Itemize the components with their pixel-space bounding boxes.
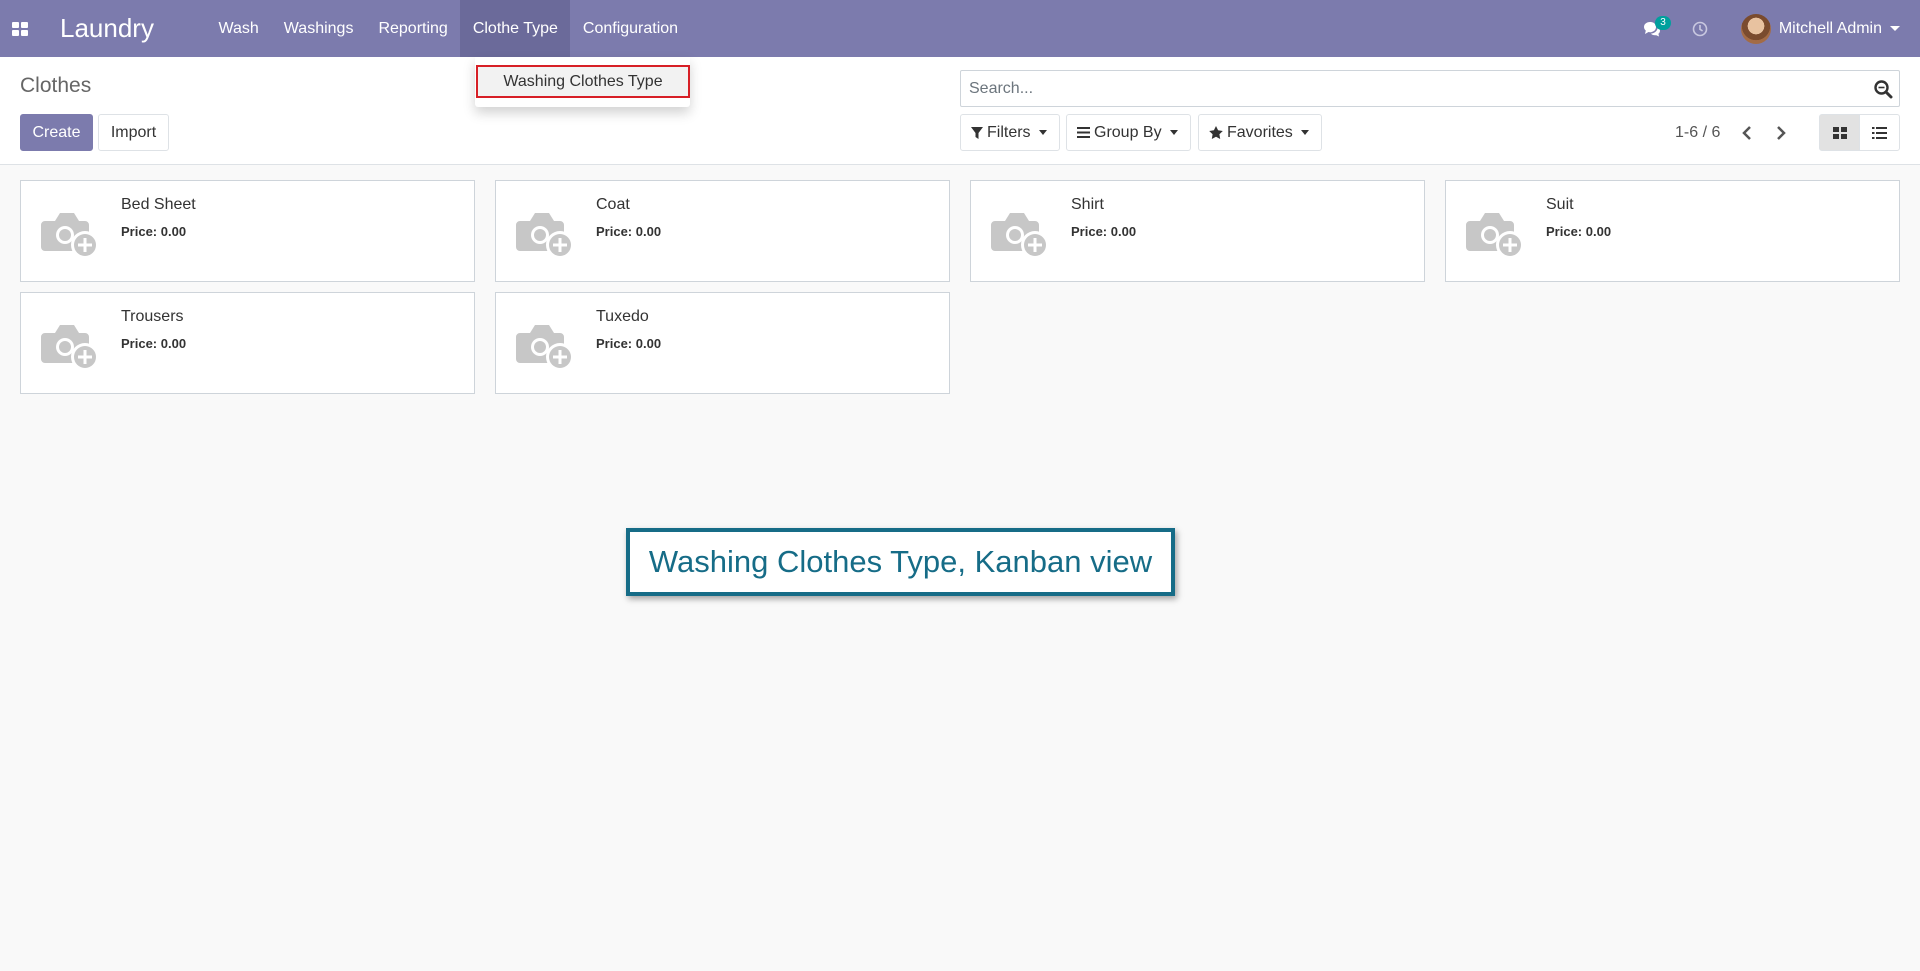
camera-placeholder-icon (39, 317, 103, 373)
control-panel: Clothes Create Import Filters Group By F… (0, 57, 1920, 165)
menu-item-clothe-type[interactable]: Clothe Type (460, 0, 571, 57)
camera-placeholder-icon (514, 317, 578, 373)
import-button[interactable]: Import (98, 114, 169, 151)
search-box (960, 70, 1900, 107)
price-value: 0.00 (1585, 224, 1612, 239)
price-value: 0.00 (635, 224, 662, 239)
search-icon[interactable] (1873, 79, 1893, 99)
kanban-view-icon[interactable] (1819, 114, 1860, 151)
filter-icon (971, 126, 983, 139)
group-by-label: Group By (1094, 123, 1162, 141)
card-price: Price: 0.00 (121, 224, 186, 239)
kanban-card[interactable]: Bed Sheet Price: 0.00 (20, 180, 475, 282)
menu-item-configuration[interactable]: Configuration (570, 0, 690, 57)
message-count-badge: 3 (1655, 15, 1671, 30)
star-icon (1209, 126, 1223, 139)
callout-text: Washing Clothes Type, Kanban view (648, 544, 1153, 579)
card-name: Trousers (121, 308, 184, 325)
card-price: Price: 0.00 (121, 336, 186, 351)
chevron-down-icon (1169, 130, 1178, 135)
filters-label: Filters (987, 123, 1031, 141)
pager-next-icon[interactable] (1769, 121, 1793, 145)
menu-item-wash[interactable]: Wash (206, 0, 271, 57)
price-label: Price: (121, 336, 158, 351)
card-name: Shirt (1071, 196, 1104, 213)
chevron-down-icon (1038, 130, 1047, 135)
card-price: Price: 0.00 (1546, 224, 1611, 239)
kanban-view: Bed Sheet Price: 0.00 Coat Price: 0.00 Shirt… (20, 180, 1900, 394)
camera-placeholder-icon (514, 205, 578, 261)
chevron-down-icon (1300, 130, 1309, 135)
kanban-card[interactable]: Suit Price: 0.00 (1445, 180, 1900, 282)
messaging-icon[interactable]: 3 (1637, 14, 1671, 44)
favorites-label: Favorites (1227, 123, 1293, 141)
kanban-card[interactable]: Coat Price: 0.00 (495, 180, 950, 282)
kanban-card[interactable]: Tuxedo Price: 0.00 (495, 292, 950, 394)
price-label: Price: (1546, 224, 1583, 239)
menu-item-reporting[interactable]: Reporting (366, 0, 460, 57)
chevron-down-icon[interactable] (1890, 26, 1900, 31)
price-label: Price: (596, 224, 633, 239)
favorites-button[interactable]: Favorites (1198, 114, 1322, 151)
pager-previous-icon[interactable] (1735, 121, 1759, 145)
camera-placeholder-icon (39, 205, 103, 261)
user-avatar[interactable] (1740, 13, 1771, 44)
activity-clock-icon[interactable] (1685, 14, 1715, 44)
price-value: 0.00 (1110, 224, 1137, 239)
card-price: Price: 0.00 (596, 224, 661, 239)
card-price: Price: 0.00 (596, 336, 661, 351)
card-name: Coat (596, 196, 630, 213)
camera-placeholder-icon (1464, 205, 1528, 261)
clothe-type-dropdown: Washing Clothes Type (475, 57, 690, 107)
main-menu: Wash Washings Reporting Clothe Type Conf… (206, 0, 691, 57)
breadcrumb-title: Clothes (20, 74, 92, 97)
price-value: 0.00 (635, 336, 662, 351)
top-navbar: Laundry Wash Washings Reporting Clothe T… (0, 0, 1920, 57)
card-name: Suit (1546, 196, 1574, 213)
price-label: Price: (596, 336, 633, 351)
filters-button[interactable]: Filters (960, 114, 1060, 151)
kanban-card[interactable]: Trousers Price: 0.00 (20, 292, 475, 394)
apps-menu-icon[interactable] (0, 0, 40, 57)
view-switcher (1819, 114, 1900, 151)
price-label: Price: (1071, 224, 1108, 239)
create-button[interactable]: Create (20, 114, 93, 151)
price-label: Price: (121, 224, 158, 239)
menu-item-washings[interactable]: Washings (271, 0, 366, 57)
price-value: 0.00 (160, 224, 187, 239)
card-name: Tuxedo (596, 308, 649, 325)
app-name[interactable]: Laundry (60, 13, 154, 44)
list-view-icon[interactable] (1859, 114, 1900, 151)
user-name[interactable]: Mitchell Admin (1779, 20, 1882, 38)
camera-placeholder-icon (989, 205, 1053, 261)
kanban-card[interactable]: Shirt Price: 0.00 (970, 180, 1425, 282)
search-input[interactable] (961, 71, 1861, 106)
bars-icon (1077, 127, 1090, 138)
group-by-button[interactable]: Group By (1066, 114, 1191, 151)
price-value: 0.00 (160, 336, 187, 351)
card-name: Bed Sheet (121, 196, 196, 213)
dropdown-item-washing-clothes-type[interactable]: Washing Clothes Type (476, 65, 690, 98)
pager-value[interactable]: 1-6 / 6 (1675, 124, 1720, 142)
card-price: Price: 0.00 (1071, 224, 1136, 239)
annotation-callout: Washing Clothes Type, Kanban view (626, 528, 1175, 596)
